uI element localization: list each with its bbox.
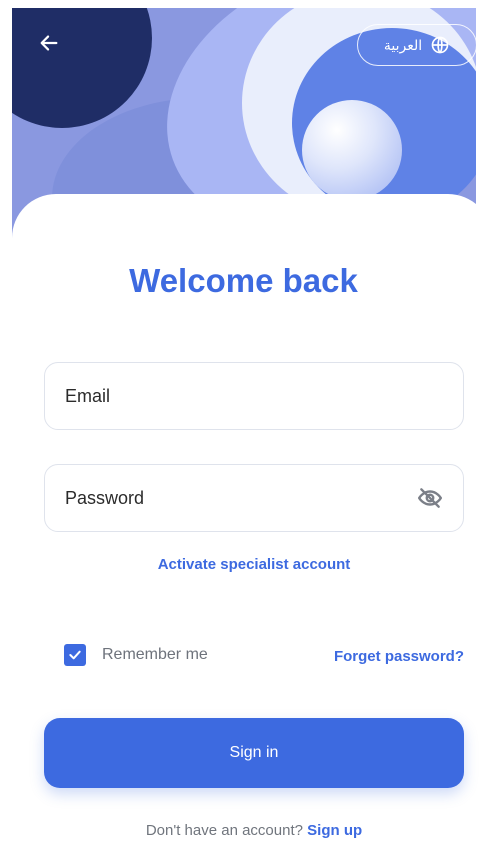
page-title: Welcome back [129, 262, 358, 299]
sign-in-button[interactable]: Sign in [44, 718, 464, 788]
header-decor-sphere [302, 100, 402, 200]
back-button[interactable] [34, 28, 64, 58]
signup-prompt-text: Don't have an account? [145, 822, 303, 839]
sign-up-link[interactable]: Sign up [307, 822, 362, 839]
forget-password-link[interactable]: Forget password? [334, 648, 464, 665]
language-switch-button[interactable]: العربية [357, 24, 477, 66]
remember-me-control[interactable]: Remember me [64, 644, 208, 666]
arrow-left-icon [40, 35, 58, 51]
password-field-label: Password [65, 487, 145, 508]
globe-icon [431, 36, 449, 54]
eye-off-icon[interactable] [417, 485, 443, 511]
remember-me-checkbox[interactable] [64, 644, 86, 666]
check-icon [69, 650, 81, 660]
email-field[interactable]: Email [44, 362, 464, 430]
remember-me-label: Remember me [102, 646, 208, 663]
email-field-label: Email [65, 385, 111, 406]
language-label: العربية [383, 36, 423, 53]
password-field[interactable]: Password [44, 464, 464, 532]
activate-specialist-link[interactable]: Activate specialist account [0, 556, 487, 573]
signup-prompt: Don't have an account? Sign up [0, 822, 487, 839]
